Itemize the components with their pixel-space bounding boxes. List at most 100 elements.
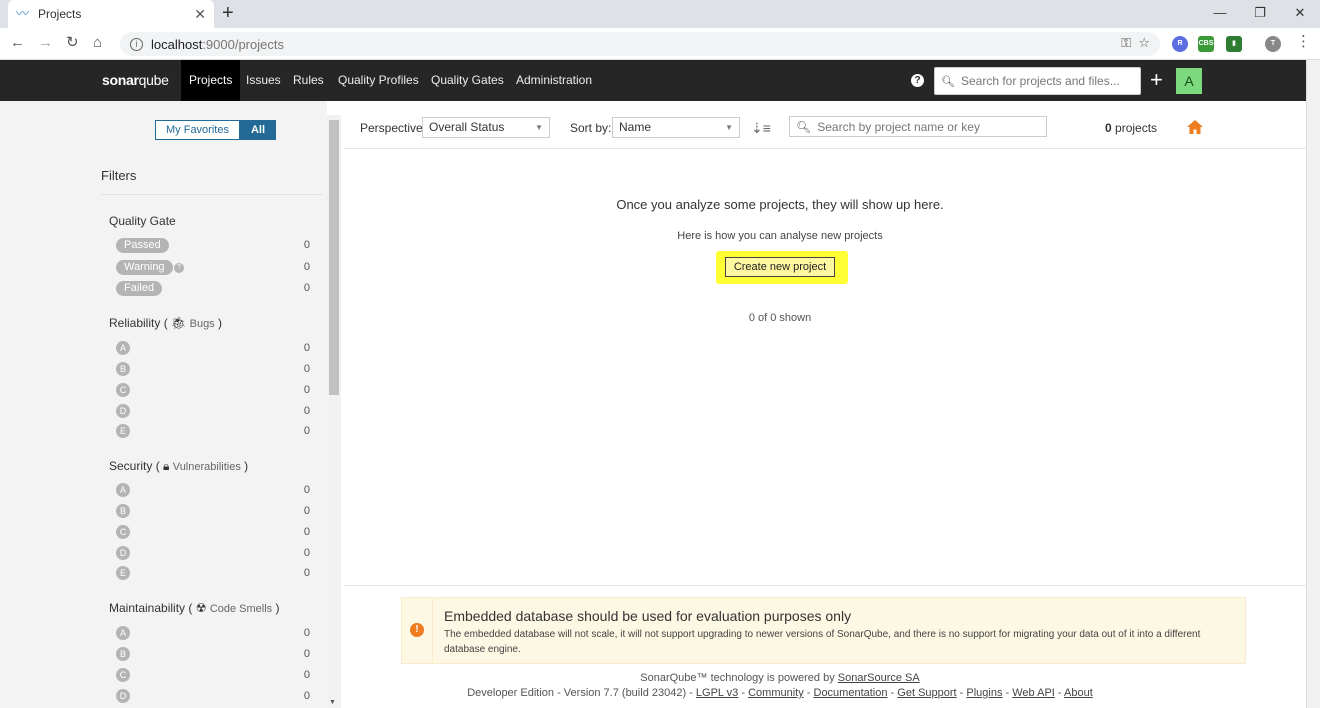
sort-select[interactable]: Name ▼ [612,117,740,138]
rating-c[interactable]: C [116,668,130,682]
url-path: :9000/projects [202,36,284,52]
community-link[interactable]: Community [748,687,804,699]
help-icon[interactable]: ? [174,263,184,273]
edition-text: Developer Edition - Version 7.7 (build 2… [467,687,693,699]
sidebar-scrollbar[interactable]: ▼ [327,115,341,708]
projects-toolbar: Perspective: Overall Status ▼ Sort by: N… [344,101,1306,149]
project-search-placeholder: Search by project name or key [817,119,980,134]
avatar[interactable]: A [1176,68,1202,94]
filter-count: 0 [303,282,310,294]
extension-r-icon[interactable]: R [1172,36,1188,52]
rating-c[interactable]: C [116,525,130,539]
site-info-icon[interactable]: i [130,37,143,51]
minimize-icon[interactable]: — [1200,0,1240,28]
nav-projects[interactable]: Projects [181,60,241,101]
divider [432,598,433,663]
extension-cbs-icon[interactable]: CBS [1198,36,1214,52]
filter-passed[interactable]: Passed [116,238,169,253]
filter-count: 0 [303,261,310,273]
rating-a[interactable]: A [116,341,130,355]
favorites-toggle: My Favorites All [155,120,277,140]
filter-count: 0 [303,547,310,559]
maintainability-heading: Maintainability ( ☢ Code Smells ) [109,601,280,615]
chevron-down-icon: ▼ [535,123,543,132]
plugins-link[interactable]: Plugins [966,687,1002,699]
close-window-icon[interactable]: ✕ [1280,0,1320,28]
all-button[interactable]: All [239,120,277,140]
home-browser-icon[interactable]: ⌂ [93,34,102,52]
filter-count: 0 [303,484,310,496]
tab-title: Projects [38,7,82,21]
home-icon[interactable] [1187,120,1203,134]
nav-rules[interactable]: Rules [285,60,332,101]
sonarsource-link[interactable]: SonarSource SA [838,672,920,684]
restore-icon[interactable]: ❐ [1240,0,1280,28]
rating-e[interactable]: E [116,424,130,438]
empty-title: Once you analyze some projects, they wil… [616,197,944,212]
reload-icon[interactable]: ↻ [66,34,79,52]
new-tab-button[interactable]: + [222,3,234,23]
rating-b[interactable]: B [116,362,130,376]
window-controls: — ❐ ✕ [1200,0,1320,28]
rating-e[interactable]: E [116,566,130,580]
embedded-db-warning: ! Embedded database should be used for e… [401,597,1246,664]
nav-quality-profiles[interactable]: Quality Profiles [330,60,427,101]
browser-menu-icon[interactable]: ⋮ [1296,33,1311,51]
browser-tab[interactable]: 〰 Projects ✕ [8,0,214,28]
filters-sidebar: My Favorites All Filters Quality Gate Pa… [0,101,327,708]
perspective-value: Overall Status [429,120,505,134]
sonarqube-logo[interactable]: sonarqube [102,72,169,88]
empty-subtitle: Here is how you can analyse new projects [677,230,883,242]
logo-part-a: sonar [102,72,139,88]
rating-a[interactable]: A [116,483,130,497]
rating-b[interactable]: B [116,504,130,518]
shown-count: 0 of 0 shown [748,312,812,324]
nav-administration[interactable]: Administration [508,60,600,101]
create-new-project-button[interactable]: Create new project [725,257,835,277]
about-link[interactable]: About [1064,687,1093,699]
url-field[interactable]: i localhost:9000/projects ⚿ ☆ [120,32,1160,56]
filter-warning[interactable]: Warning [116,260,173,275]
rating-b[interactable]: B [116,647,130,661]
web-api-link[interactable]: Web API [1012,687,1055,699]
documentation-link[interactable]: Documentation [814,687,888,699]
rating-d[interactable]: D [116,689,130,703]
forward-icon[interactable]: → [38,34,53,52]
rating-d[interactable]: D [116,404,130,418]
key-star-icons[interactable]: ⚿ ☆ [1121,35,1150,51]
rating-c[interactable]: C [116,383,130,397]
back-icon[interactable]: ← [10,34,25,52]
search-icon: 🔍︎ [796,119,812,134]
profile-icon[interactable]: T [1265,36,1281,52]
lgpl-link[interactable]: LGPL v3 [696,687,738,699]
filters-title: Filters [101,168,137,183]
warning-body: The embedded database will not scale, it… [444,629,1201,655]
filter-count: 0 [303,505,310,517]
maintainability-sub: Code Smells [209,603,273,615]
close-tab-icon[interactable]: ✕ [194,6,206,23]
page-scrollbar[interactable] [1306,60,1320,708]
url-host: localhost [151,36,203,52]
perspective-select[interactable]: Overall Status ▼ [422,117,550,138]
filter-failed[interactable]: Failed [116,281,162,296]
help-icon[interactable]: ? [911,74,924,87]
global-search-input[interactable]: 🔍︎ Search for projects and files... [934,67,1141,95]
nav-quality-gates[interactable]: Quality Gates [423,60,512,101]
divider [101,194,323,195]
global-search-placeholder: Search for projects and files... [960,74,1120,88]
nav-issues[interactable]: Issues [238,60,289,101]
sort-direction-icon[interactable]: ⇣≡ [751,120,771,137]
my-favorites-button[interactable]: My Favorites [155,120,240,140]
extension-green-icon[interactable]: ▮ [1226,36,1242,52]
rating-a[interactable]: A [116,626,130,640]
rating-d[interactable]: D [116,546,130,560]
scrollbar-thumb[interactable] [329,120,339,395]
filter-count: 0 [303,567,310,579]
get-support-link[interactable]: Get Support [897,687,956,699]
warning-icon: ! [410,623,424,637]
create-plus-icon[interactable]: + [1150,68,1163,92]
project-search-input[interactable]: 🔍︎ Search by project name or key [789,116,1047,137]
scroll-down-icon[interactable]: ▼ [329,699,336,706]
filter-count: 0 [303,342,310,354]
lock-icon: 🔒︎ [163,459,170,473]
